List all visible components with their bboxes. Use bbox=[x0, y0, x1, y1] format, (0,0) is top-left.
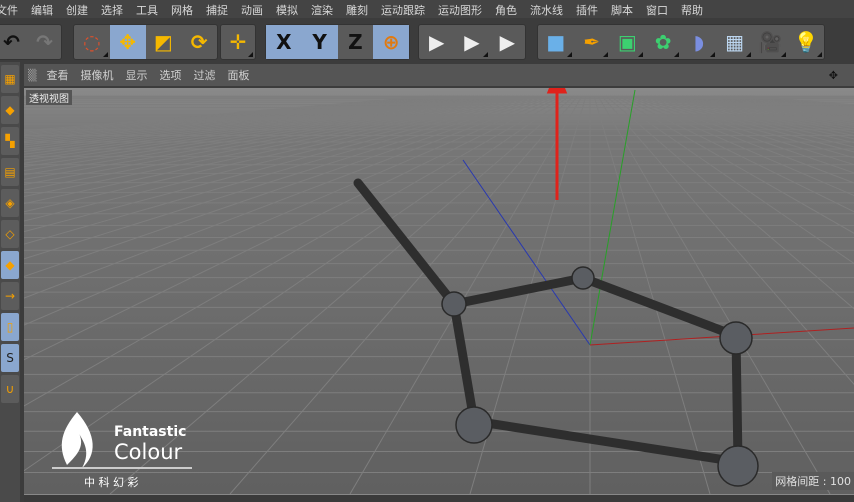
redo-icon[interactable]: ↷ bbox=[28, 25, 61, 59]
viewport-menu-filter[interactable]: 过滤 bbox=[193, 67, 215, 83]
render-group: ▶ ▶ ▶ bbox=[418, 24, 526, 60]
menu-pipeline[interactable]: 流水线 bbox=[530, 0, 563, 18]
edges-mode-icon[interactable]: ◇ bbox=[1, 220, 19, 248]
grip-icon: ▒ bbox=[28, 68, 37, 82]
live-selection-icon[interactable]: ◌ bbox=[74, 25, 110, 59]
cloner-icon[interactable]: ✿ bbox=[645, 25, 681, 59]
rotate-icon[interactable]: ⟳ bbox=[181, 25, 217, 59]
viewport-menu-panel[interactable]: 面板 bbox=[227, 67, 249, 83]
menu-help[interactable]: 帮助 bbox=[681, 0, 703, 18]
points-mode-icon[interactable]: ◈ bbox=[1, 189, 19, 217]
render-settings-icon[interactable]: ▶ bbox=[490, 25, 525, 59]
viewport-move-icon[interactable]: ✥ bbox=[829, 69, 838, 82]
viewport-menu-display[interactable]: 显示 bbox=[125, 67, 147, 83]
texture-icon[interactable]: ▚ bbox=[1, 127, 19, 155]
menu-bar: 文件 编辑 创建 选择 工具 网格 捕捉 动画 模拟 渲染 雕刻 运动跟踪 运动… bbox=[0, 0, 854, 18]
render-picture-viewer-icon[interactable]: ▶ bbox=[454, 25, 489, 59]
flame-logo-icon bbox=[61, 412, 93, 468]
pen-spline-icon[interactable]: ✒ bbox=[574, 25, 610, 59]
grid-icon[interactable]: ▦ bbox=[1, 65, 19, 93]
subdivision-icon[interactable]: ▣ bbox=[610, 25, 646, 59]
axis-z-button[interactable]: Z bbox=[338, 25, 374, 59]
axis-group: X Y Z ⊕ bbox=[265, 24, 410, 60]
fantastic-colour-logo: Fantastic Colour 中 科 幻 彩 bbox=[52, 410, 194, 490]
cube-icon[interactable]: ■ bbox=[538, 25, 574, 59]
magnet-icon[interactable]: ∪ bbox=[1, 375, 19, 403]
menu-file[interactable]: 文件 bbox=[0, 0, 18, 18]
viewport-menu-cameras[interactable]: 摄像机 bbox=[80, 67, 113, 83]
logo-text-chinese: 中 科 幻 彩 bbox=[84, 476, 139, 489]
menu-simulate[interactable]: 模拟 bbox=[276, 0, 298, 18]
menu-select[interactable]: 选择 bbox=[101, 0, 123, 18]
world-coordinates-icon[interactable]: ⊕ bbox=[373, 25, 409, 59]
deformer-icon[interactable]: ◗ bbox=[681, 25, 717, 59]
menu-mograph[interactable]: 运动图形 bbox=[438, 0, 482, 18]
render-view-icon[interactable]: ▶ bbox=[419, 25, 454, 59]
polygons-mode-icon[interactable]: ◆ bbox=[1, 251, 19, 279]
menu-character[interactable]: 角色 bbox=[495, 0, 517, 18]
left-toolbar: ▦ ◆ ▚ ▤ ◈ ◇ ◆ → ▯ S ∪ bbox=[0, 62, 20, 502]
axis-mode-icon[interactable]: → bbox=[1, 282, 19, 310]
menu-tools[interactable]: 工具 bbox=[136, 0, 158, 18]
floor-icon[interactable]: ▦ bbox=[717, 25, 753, 59]
logo-text-colour: Colour bbox=[114, 440, 183, 464]
objects-group: ■ ✒ ▣ ✿ ◗ ▦ 🎥 💡 bbox=[537, 24, 825, 60]
move-icon[interactable]: ✥ bbox=[109, 25, 146, 59]
menu-sculpt[interactable]: 雕刻 bbox=[346, 0, 368, 18]
viewport-bottom-border bbox=[24, 494, 854, 502]
move-recent-icon[interactable]: ✛ bbox=[221, 25, 255, 59]
menu-motion-tracker[interactable]: 运动跟踪 bbox=[381, 0, 425, 18]
menu-animate[interactable]: 动画 bbox=[241, 0, 263, 18]
undo-icon[interactable]: ↶ bbox=[0, 25, 28, 59]
viewport-header: ▒ 查看 摄像机 显示 选项 过滤 面板 ✥ bbox=[24, 64, 854, 86]
menu-plugins[interactable]: 插件 bbox=[576, 0, 598, 18]
polygon-object-icon[interactable]: ◆ bbox=[1, 96, 19, 124]
menu-window[interactable]: 窗口 bbox=[646, 0, 668, 18]
recent-tool-group: ✛ bbox=[220, 24, 256, 60]
transform-group: ◌ ✥ ◩ ⟳ bbox=[73, 24, 218, 60]
toolbar: ↶ ↷ ◌ ✥ ◩ ⟳ ✛ X Y Z ⊕ ▶ ▶ ▶ ■ ✒ ▣ ✿ ◗ ▦ … bbox=[0, 24, 854, 60]
menu-edit[interactable]: 编辑 bbox=[31, 0, 53, 18]
menu-render[interactable]: 渲染 bbox=[311, 0, 333, 18]
logo-text-fantastic: Fantastic bbox=[114, 424, 187, 440]
viewport-menu-options[interactable]: 选项 bbox=[159, 67, 181, 83]
grid-spacing-info: 网格间距 : 100 bbox=[772, 472, 854, 490]
viewport-menu-view[interactable]: 查看 bbox=[46, 67, 68, 83]
menu-mesh[interactable]: 网格 bbox=[171, 0, 193, 18]
light-icon[interactable]: 💡 bbox=[788, 25, 824, 59]
axis-x-button[interactable]: X bbox=[266, 25, 302, 59]
snap-icon[interactable]: S bbox=[1, 344, 19, 372]
menu-create[interactable]: 创建 bbox=[66, 0, 88, 18]
scale-icon[interactable]: ◩ bbox=[146, 25, 182, 59]
menu-snap[interactable]: 捕捉 bbox=[206, 0, 228, 18]
tweak-icon[interactable]: ▯ bbox=[1, 313, 19, 341]
logo-divider bbox=[52, 467, 192, 469]
viewport-label: 透视视图 bbox=[26, 90, 72, 105]
texture-axis-icon[interactable]: ▤ bbox=[1, 158, 19, 186]
menu-script[interactable]: 脚本 bbox=[611, 0, 633, 18]
undo-group: ↶ ↷ bbox=[0, 24, 62, 60]
camera-icon[interactable]: 🎥 bbox=[753, 25, 789, 59]
axis-y-button[interactable]: Y bbox=[301, 25, 338, 59]
